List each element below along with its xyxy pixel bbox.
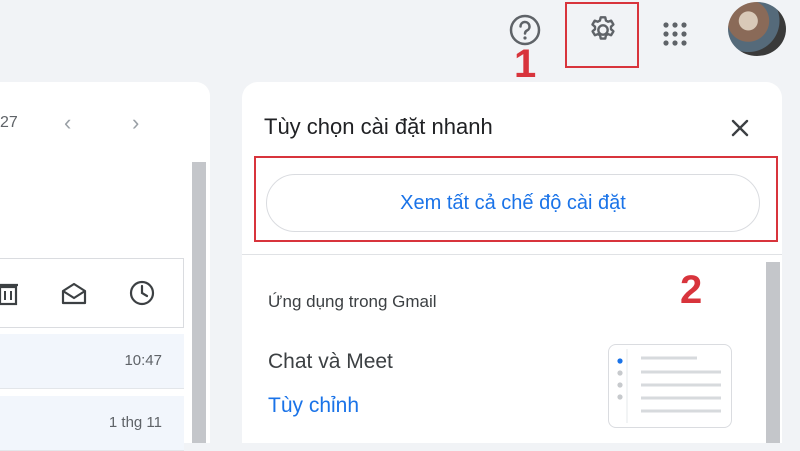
- quick-settings-scrollbar[interactable]: [766, 262, 780, 443]
- quick-settings-panel: Tùy chọn cài đặt nhanh Xem tất cả chế độ…: [242, 82, 782, 443]
- apps-icon[interactable]: [655, 14, 695, 54]
- mail-toolbar: [0, 258, 184, 328]
- avatar[interactable]: [728, 2, 786, 56]
- page-count: 27: [0, 114, 18, 131]
- row-time: 10:47: [124, 352, 162, 369]
- step-1-label: 1: [514, 42, 537, 86]
- top-bar: [0, 0, 800, 70]
- mail-scrollbar[interactable]: [192, 162, 206, 443]
- divider: [242, 254, 782, 255]
- next-page-icon[interactable]: ›: [132, 110, 139, 136]
- settings-icon[interactable]: [587, 14, 619, 46]
- section-label: Ứng dụng trong Gmail: [268, 292, 437, 311]
- settings-highlight: [565, 2, 639, 68]
- chat-meet-label: Chat và Meet: [268, 350, 393, 373]
- close-icon[interactable]: [728, 116, 752, 140]
- table-row[interactable]: 10:47: [0, 334, 184, 389]
- prev-page-icon[interactable]: ‹: [64, 110, 71, 136]
- mail-list-panel: 27 ‹ › 10:47 1 thg 11: [0, 82, 210, 451]
- chat-layout-thumbnail[interactable]: [608, 344, 732, 428]
- step-2-label: 2: [680, 268, 703, 312]
- trash-icon[interactable]: [0, 279, 22, 307]
- customize-link[interactable]: Tùy chỉnh: [268, 394, 359, 418]
- see-all-settings-button[interactable]: Xem tất cả chế độ cài đặt: [266, 174, 760, 232]
- clock-icon[interactable]: [128, 279, 156, 307]
- mail-open-icon[interactable]: [60, 279, 88, 307]
- row-time: 1 thg 11: [108, 414, 162, 431]
- quick-settings-title: Tùy chọn cài đặt nhanh: [264, 114, 493, 139]
